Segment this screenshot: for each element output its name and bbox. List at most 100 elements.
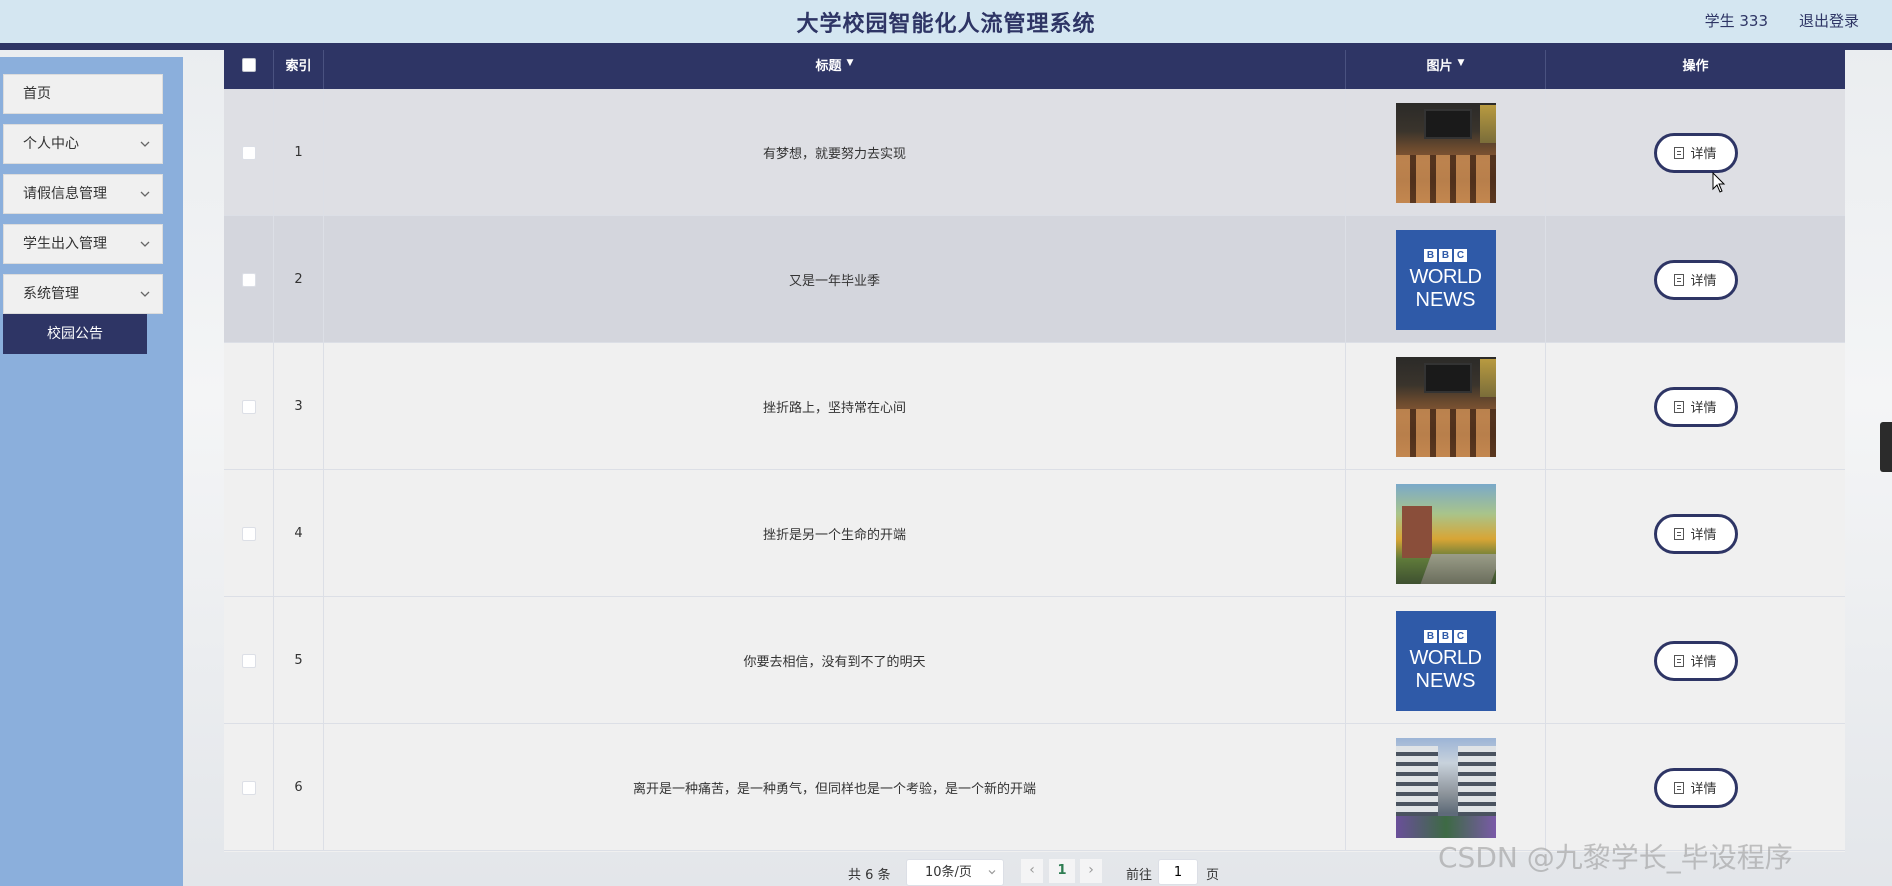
index-cell: 5 bbox=[274, 597, 324, 724]
row-checkbox[interactable] bbox=[241, 272, 256, 287]
page-number-current[interactable]: 1 bbox=[1049, 859, 1075, 883]
sidebar-item-label: 系统管理 bbox=[23, 286, 79, 302]
header-index: 索引 bbox=[274, 50, 324, 89]
table-row[interactable]: 2 又是一年毕业季 BBC WORLD NEWS 详情 bbox=[224, 216, 1845, 343]
detail-button[interactable]: 详情 bbox=[1653, 640, 1738, 681]
index-cell: 2 bbox=[274, 216, 324, 343]
title-cell: 你要去相信，没有到不了的明天 bbox=[324, 597, 1346, 724]
logo-letter: B bbox=[1439, 630, 1452, 643]
logout-link[interactable]: 退出登录 bbox=[1799, 10, 1859, 31]
sidebar-item-label: 个人中心 bbox=[23, 136, 79, 152]
classroom-image[interactable] bbox=[1395, 356, 1496, 457]
goto-label: 前往 bbox=[1126, 868, 1153, 883]
row-checkbox[interactable] bbox=[241, 780, 256, 795]
logo-letter: B bbox=[1424, 249, 1437, 262]
bbc-world-news-image[interactable]: BBC WORLD NEWS bbox=[1395, 229, 1496, 330]
action-cell: 详情 bbox=[1546, 597, 1845, 724]
logo-letter: B bbox=[1424, 630, 1437, 643]
detail-button[interactable]: 详情 bbox=[1653, 259, 1738, 300]
document-icon bbox=[1674, 654, 1685, 667]
modern-building-image[interactable] bbox=[1395, 737, 1496, 838]
title-cell: 挫折是另一个生命的开端 bbox=[324, 470, 1346, 597]
sidebar-item-personal-center[interactable]: 个人中心 bbox=[3, 124, 163, 164]
document-icon bbox=[1674, 146, 1685, 159]
table-row[interactable]: 1 有梦想，就要努力去实现 详情 bbox=[224, 89, 1845, 216]
column-label: 图片 bbox=[1426, 59, 1453, 74]
row-checkbox[interactable] bbox=[241, 526, 256, 541]
sidebar-item-home[interactable]: 首页 bbox=[3, 74, 163, 114]
bbc-world-news-image[interactable]: BBC WORLD NEWS bbox=[1395, 610, 1496, 711]
image-cell: BBC WORLD NEWS bbox=[1346, 597, 1546, 724]
column-label: 操作 bbox=[1682, 59, 1709, 74]
sidebar-item-label: 请假信息管理 bbox=[23, 186, 107, 202]
button-label: 详情 bbox=[1690, 782, 1717, 797]
row-checkbox[interactable] bbox=[241, 145, 256, 160]
select-cell bbox=[224, 216, 274, 343]
app-title: 大学校园智能化人流管理系统 bbox=[796, 12, 1096, 37]
sidebar-item-system-management[interactable]: 系统管理 bbox=[3, 274, 163, 314]
select-cell bbox=[224, 470, 274, 597]
logo-letter: C bbox=[1454, 630, 1467, 643]
row-checkbox[interactable] bbox=[241, 653, 256, 668]
sidebar-item-leave-management[interactable]: 请假信息管理 bbox=[3, 174, 163, 214]
title-cell: 有梦想，就要努力去实现 bbox=[324, 89, 1346, 216]
index-cell: 1 bbox=[274, 89, 324, 216]
sidebar-subitem-campus-notice[interactable]: 校园公告 bbox=[3, 314, 147, 354]
detail-button[interactable]: 详情 bbox=[1653, 767, 1738, 808]
document-icon bbox=[1674, 273, 1685, 286]
index-cell: 6 bbox=[274, 724, 324, 851]
title-cell: 离开是一种痛苦，是一种勇气，但同样也是一个考验，是一个新的开端 bbox=[324, 724, 1346, 851]
chevron-down-icon bbox=[140, 291, 150, 297]
title-cell: 又是一年毕业季 bbox=[324, 216, 1346, 343]
image-cell bbox=[1346, 470, 1546, 597]
logo-line: WORLD bbox=[1409, 647, 1482, 669]
action-cell: 详情 bbox=[1546, 89, 1845, 216]
sort-caret-icon[interactable]: ▼ bbox=[1458, 58, 1465, 68]
image-cell bbox=[1346, 724, 1546, 851]
table-row[interactable]: 6 离开是一种痛苦，是一种勇气，但同样也是一个考验，是一个新的开端 详情 bbox=[224, 724, 1845, 851]
table-row[interactable]: 5 你要去相信，没有到不了的明天 BBC WORLD NEWS 详情 bbox=[224, 597, 1845, 724]
row-checkbox[interactable] bbox=[241, 399, 256, 414]
document-icon bbox=[1674, 527, 1685, 540]
column-label: 索引 bbox=[285, 59, 312, 74]
table-row[interactable]: 4 挫折是另一个生命的开端 详情 bbox=[224, 470, 1845, 597]
select-all-checkbox[interactable] bbox=[241, 58, 256, 72]
button-label: 详情 bbox=[1690, 401, 1717, 416]
campus-sunset-image[interactable] bbox=[1395, 483, 1496, 584]
watermark: CSDN @九黎学长_毕设程序 bbox=[1438, 841, 1793, 874]
mouse-cursor-icon bbox=[1712, 172, 1726, 193]
title-cell: 挫折路上，坚持常在心间 bbox=[324, 343, 1346, 470]
header-image[interactable]: 图片 ▼ bbox=[1346, 50, 1546, 89]
document-icon bbox=[1674, 400, 1685, 413]
column-label: 标题 bbox=[815, 59, 842, 74]
chevron-down-icon bbox=[140, 241, 150, 247]
table-row[interactable]: 3 挫折路上，坚持常在心间 详情 bbox=[224, 343, 1845, 470]
classroom-image[interactable] bbox=[1395, 102, 1496, 203]
index-cell: 4 bbox=[274, 470, 324, 597]
image-cell: BBC WORLD NEWS bbox=[1346, 216, 1546, 343]
sidebar-item-label: 首页 bbox=[23, 86, 51, 102]
image-cell bbox=[1346, 89, 1546, 216]
sidebar-item-student-access[interactable]: 学生出入管理 bbox=[3, 224, 163, 264]
detail-button[interactable]: 详情 bbox=[1653, 386, 1738, 427]
side-panel-toggle[interactable] bbox=[1880, 422, 1892, 472]
chevron-right-icon[interactable]: › bbox=[1080, 859, 1102, 883]
logo-line: NEWS bbox=[1415, 670, 1476, 692]
select-cell bbox=[224, 597, 274, 724]
image-cell bbox=[1346, 343, 1546, 470]
goto-page-input[interactable] bbox=[1158, 859, 1198, 885]
sort-caret-icon[interactable]: ▼ bbox=[847, 58, 854, 68]
select-cell bbox=[224, 724, 274, 851]
detail-button[interactable]: 详情 bbox=[1653, 132, 1738, 173]
sidebar-item-label: 学生出入管理 bbox=[23, 236, 107, 252]
chevron-left-icon[interactable]: ‹ bbox=[1021, 859, 1043, 883]
action-cell: 详情 bbox=[1546, 216, 1845, 343]
select-cell bbox=[224, 343, 274, 470]
chevron-down-icon bbox=[988, 870, 996, 875]
page-size-select[interactable]: 10条/页 bbox=[906, 859, 1004, 886]
button-label: 详情 bbox=[1690, 147, 1717, 162]
chevron-down-icon bbox=[140, 191, 150, 197]
detail-button[interactable]: 详情 bbox=[1653, 513, 1738, 554]
header-title[interactable]: 标题 ▼ bbox=[324, 50, 1346, 89]
logo-line: WORLD bbox=[1409, 266, 1482, 288]
